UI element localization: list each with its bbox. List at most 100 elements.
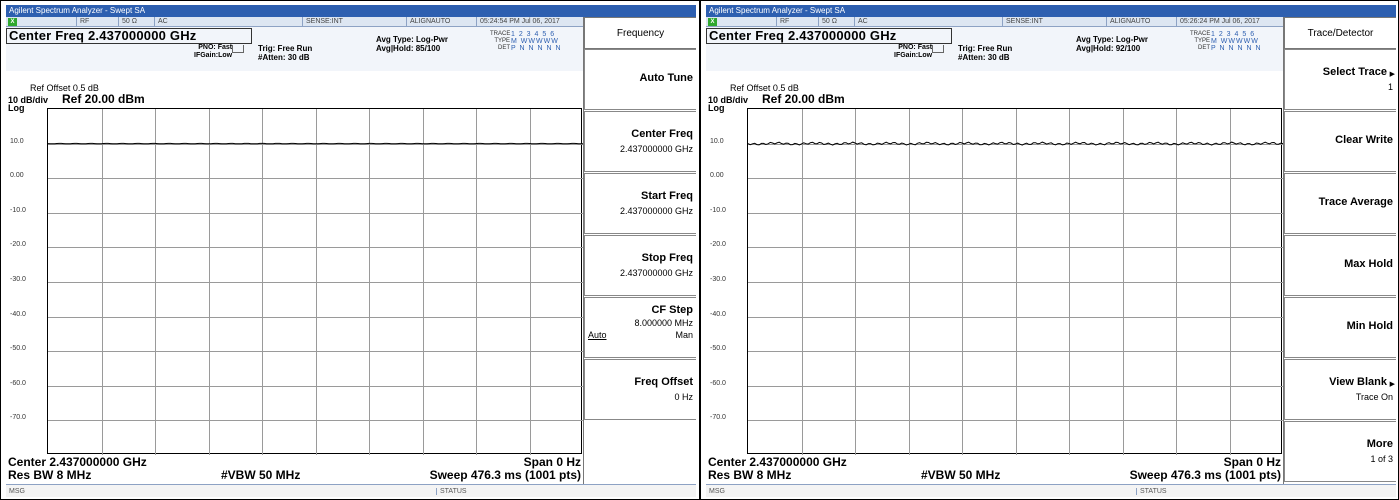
pno-ifgain-label: PNO: Fast IFGain:Low [894,44,933,59]
window-title-bar: Agilent Spectrum Analyzer - Swept SA [706,5,1396,17]
spectrum-plot[interactable] [47,108,583,455]
softkey-more[interactable]: More 1 of 3 [1284,421,1396,482]
measurement-info-bar: Center Freq 2.437000000 GHz PNO: Fast IFG… [706,27,1283,71]
softkey-clear-write[interactable]: Clear Write [1284,111,1396,172]
softkey-trace-average[interactable]: Trace Average [1284,173,1396,234]
y-axis-tick-label: -70.0 [710,414,726,422]
trace-types: M WWWWW [511,38,559,45]
bottom-annotation: Center 2.437000000 GHz Span 0 Hz Res BW … [706,453,1283,483]
sweep-readout: Sweep 476.3 ms (1001 pts) [429,468,581,482]
message-status-bar: MSG STATUS [6,484,696,497]
coupling-label: AC [154,17,168,27]
y-axis-tick-label: -60.0 [710,379,726,387]
left-screenshot-cell: Agilent Spectrum Analyzer - Swept SA X R… [0,0,700,500]
plot-grid [748,109,1283,455]
softkey-center-freq[interactable]: Center Freq 2.437000000 GHz [584,111,696,172]
softkey-freq-offset[interactable]: Freq Offset 0 Hz [584,359,696,420]
avg-info: Avg Type: Log-Pwr Avg|Hold: 92/100 [1076,35,1148,53]
trace-numbers: 1 2 3 4 5 6 [511,31,556,38]
window-title: Agilent Spectrum Analyzer - Swept SA [9,6,146,15]
reference-info: Ref Offset 0.5 dB 10 dB/div Ref 20.00 dB… [6,71,583,113]
softkey-auto-tune[interactable]: Auto Tune [584,49,696,110]
softkey-max-hold[interactable]: Max Hold [1284,235,1396,296]
softkey-value: 2.437000000 GHz [619,206,693,216]
submenu-arrow-icon: ▶ [1389,71,1395,78]
analyzer-window-right: Agilent Spectrum Analyzer - Swept SA X R… [706,5,1396,497]
log-scale-label: Log [8,103,25,113]
span-readout: Span 0 Hz [1223,455,1281,469]
msg-label: MSG [9,488,25,495]
lxi-indicator-icon: X [708,18,717,26]
status-label: STATUS [436,488,467,495]
trigger-atten-label: Trig: Free Run #Atten: 30 dB [258,44,313,62]
center-frequency-readout: Center 2.437000000 GHz [708,455,847,469]
pno-toggle-icon [232,45,244,53]
pno-toggle-icon [932,45,944,53]
res-bw-readout: Res BW 8 MHz [708,468,792,482]
softkey-menu-title: Frequency [584,17,696,49]
softkey-value: Trace On [1355,392,1393,402]
softkey-label: Center Freq [631,128,693,140]
impedance-label: 50 Ω [818,17,837,27]
rf-label: RF [776,17,789,27]
y-axis-tick-label: -40.0 [710,310,726,318]
y-axis-tick-label: -20.0 [10,241,26,249]
sense-label: SENSE:INT [1002,17,1043,27]
log-scale-label: Log [708,103,725,113]
res-bw-readout: Res BW 8 MHz [8,468,92,482]
softkey-cf-step[interactable]: CF Step 8.000000 MHz Auto Man [584,297,696,358]
softkey-value: 8.000000 MHz [634,318,693,328]
vbw-readout: #VBW 50 MHz [921,468,1001,482]
cf-step-auto-option[interactable]: Auto [588,330,607,340]
y-axis-tick-label: -40.0 [10,310,26,318]
softkey-min-hold[interactable]: Min Hold [1284,297,1396,358]
y-axis-tick-label: -20.0 [710,241,726,249]
y-axis-tick-label: -60.0 [10,379,26,387]
y-axis-tick-label: 10.0 [10,137,24,145]
message-status-bar: MSG STATUS [706,484,1396,497]
submenu-arrow-icon: ▶ [1389,381,1395,388]
spectrum-plot[interactable] [747,108,1283,455]
softkey-label: Clear Write [1335,134,1393,146]
y-axis-tick-label: -50.0 [10,345,26,353]
softkey-panel: Trace/Detector Select Trace ▶ 1 Clear Write… [1283,17,1396,484]
trace-status-grid: 1 2 3 4 5 6 M WWWWW P N N N N N [1211,31,1262,52]
lxi-indicator-icon: X [8,18,17,26]
impedance-label: 50 Ω [118,17,137,27]
softkey-view-blank[interactable]: View Blank ▶ Trace On [1284,359,1396,420]
right-screenshot-cell: Agilent Spectrum Analyzer - Swept SA X R… [700,0,1399,500]
span-readout: Span 0 Hz [523,455,581,469]
datetime-label: 05:24:54 PM Jul 06, 2017 [476,17,560,27]
softkey-label: Auto Tune [639,72,693,84]
y-axis-tick-label: -10.0 [10,206,26,214]
y-axis-tick-label: 0.00 [10,172,24,180]
softkey-select-trace[interactable]: Select Trace ▶ 1 [1284,49,1396,110]
y-axis-tick-label: -30.0 [10,276,26,283]
vbw-readout: #VBW 50 MHz [221,468,301,482]
datetime-label: 05:26:24 PM Jul 06, 2017 [1176,17,1260,27]
reference-info: Ref Offset 0.5 dB 10 dB/div Ref 20.00 dB… [706,71,1283,113]
softkey-label: Min Hold [1346,320,1393,332]
plot-grid [48,109,583,455]
y-axis-tick-label: -70.0 [10,414,26,422]
softkey-label: Trace Average [1318,196,1393,208]
cf-step-man-option[interactable]: Man [675,330,693,340]
softkey-label: Stop Freq [641,252,693,264]
trace-detectors: P N N N N N [511,45,562,52]
y-axis-tick-label: -10.0 [710,206,726,214]
trace-detectors: P N N N N N [1211,45,1262,52]
softkey-label: Select Trace [1322,66,1387,78]
status-label: STATUS [1136,488,1167,495]
sweep-readout: Sweep 476.3 ms (1001 pts) [1129,468,1281,482]
trace-row-labels: TRACE TYPE DET [1190,31,1211,51]
analyzer-window-left: Agilent Spectrum Analyzer - Swept SA X R… [6,5,696,497]
y-axis-tick-label: 0.00 [710,172,724,180]
rf-label: RF [76,17,89,27]
softkey-stop-freq[interactable]: Stop Freq 2.437000000 GHz [584,235,696,296]
y-axis-tick-label: 10.0 [710,137,724,145]
softkey-label: More [1366,438,1393,450]
softkey-start-freq[interactable]: Start Freq 2.437000000 GHz [584,173,696,234]
y-axis-tick-label: -30.0 [710,276,726,283]
softkey-label: Freq Offset [634,376,693,388]
ref-level-label: Ref 20.00 dBm [762,92,845,106]
